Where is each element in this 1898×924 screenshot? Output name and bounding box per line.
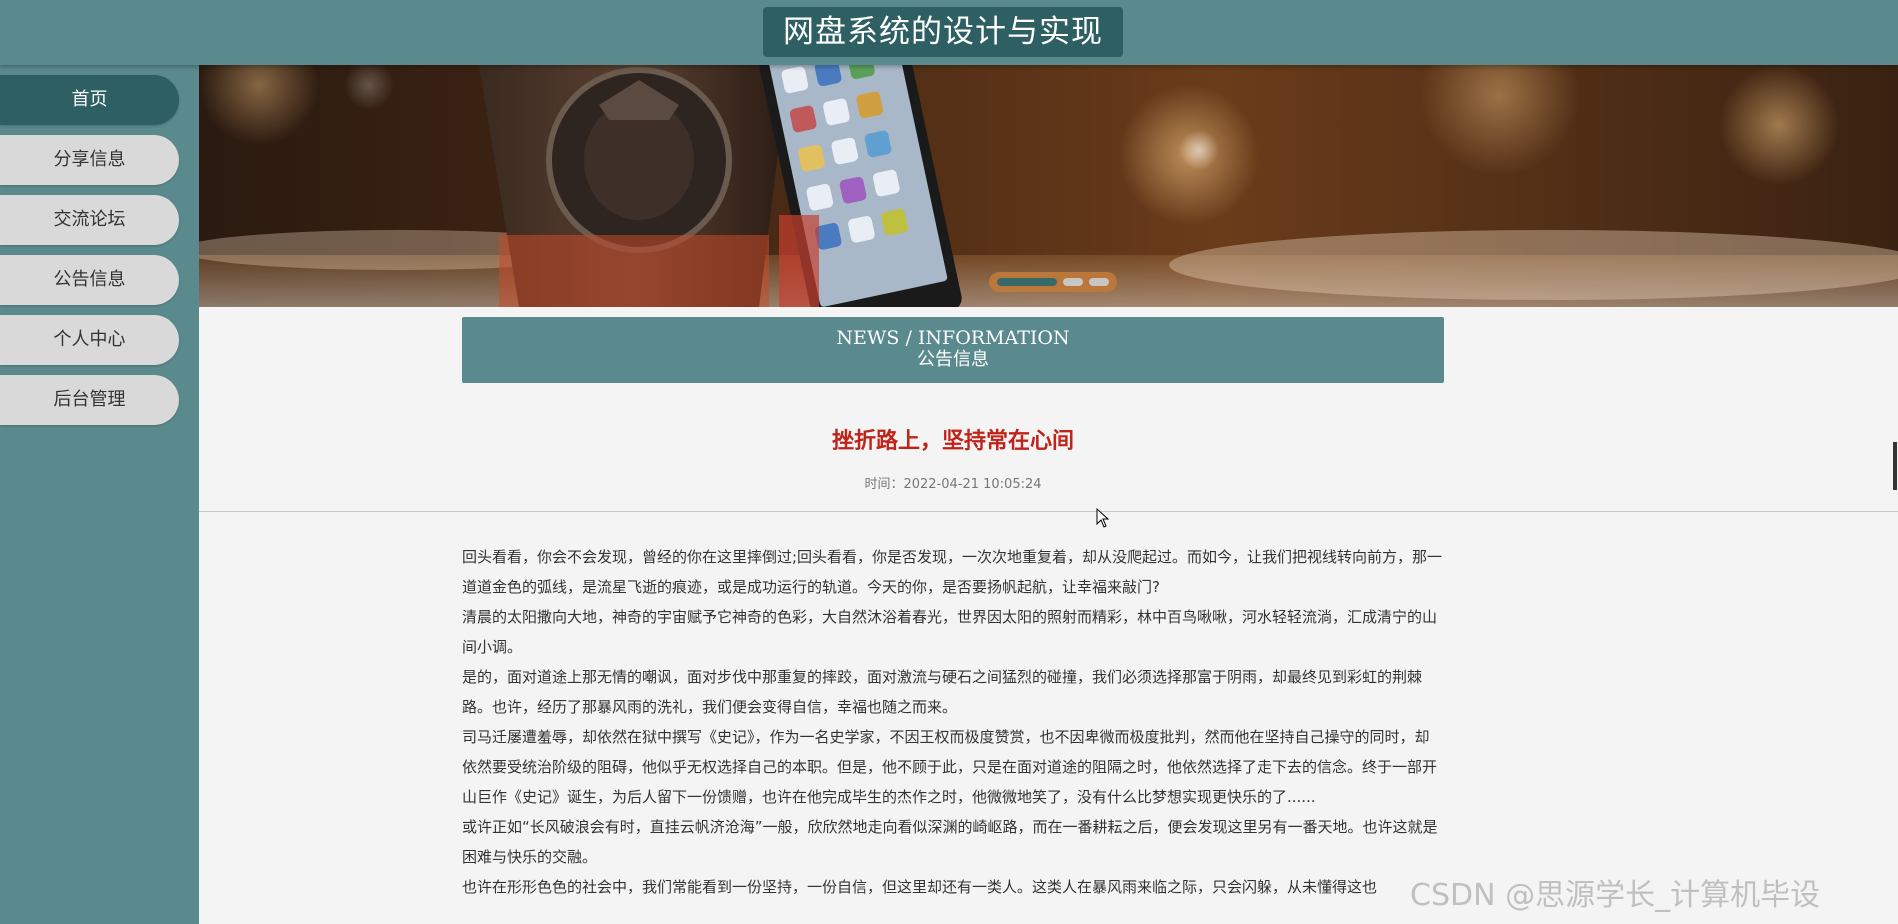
carousel-indicators	[989, 272, 1117, 292]
carousel-dot-3[interactable]	[1089, 278, 1109, 286]
app-window: 网盘系统的设计与实现 首页 分享信息 交流论坛 公告信息 个人中心 后台管理 N…	[0, 0, 1898, 924]
sidebar-item-home[interactable]: 首页	[0, 75, 179, 125]
main-content: NEWS / INFORMATION 公告信息 挫折路上，坚持常在心间 时间：2…	[199, 307, 1898, 924]
watermark: CSDN @思源学长_计算机毕设	[1410, 878, 1821, 913]
section-title-en: NEWS / INFORMATION	[836, 327, 1070, 349]
carousel-dot-1[interactable]	[997, 278, 1057, 286]
sidebar-item-admin[interactable]: 后台管理	[0, 375, 179, 425]
article-paragraph: 是的，面对道途上那无情的嘲讽，面对步伐中那重复的摔跤，面对激流与硬石之间猛烈的碰…	[462, 668, 1423, 716]
banner-carousel[interactable]	[199, 65, 1898, 307]
article-title: 挫折路上，坚持常在心间	[831, 429, 1074, 454]
section-header: NEWS / INFORMATION 公告信息	[462, 317, 1444, 383]
article-paragraph: 或许正如“长风破浪会有时，直挂云帆济沧海”一般，欣欣然地走向看似深渊的崎岖路，而…	[462, 818, 1438, 866]
article-paragraph: 清晨的太阳撒向大地，神奇的宇宙赋予它神奇的色彩，大自然沐浴着春光，世界因太阳的照…	[462, 608, 1438, 656]
article-body: 回头看看，你会不会发现，曾经的你在这里摔倒过;回头看看，你是否发现，一次次地重复…	[462, 542, 1444, 902]
site-title: 网盘系统的设计与实现	[763, 7, 1123, 57]
article-time: 时间：2022-04-21 10:05:24	[864, 477, 1042, 492]
divider	[199, 511, 1898, 512]
mouse-cursor-icon	[1096, 508, 1110, 528]
article-paragraph: 司马迁屡遭羞辱，却依然在狱中撰写《史记》，作为一名史学家，不因王权而极度赞赏，也…	[462, 728, 1438, 806]
sidebar-item-announcements[interactable]: 公告信息	[0, 255, 179, 305]
banner-image	[199, 65, 1898, 307]
sidebar-item-forum[interactable]: 交流论坛	[0, 195, 179, 245]
article-paragraph: 也许在形形色色的社会中，我们常能看到一份坚持，一份自信，但这里却还有一类人。这类…	[462, 878, 1378, 896]
sidebar: 首页 分享信息 交流论坛 公告信息 个人中心 后台管理	[0, 65, 199, 924]
side-scroll-tab[interactable]	[1893, 442, 1897, 490]
top-header: 网盘系统的设计与实现	[0, 0, 1898, 65]
sidebar-item-personal-center[interactable]: 个人中心	[0, 315, 179, 365]
article-paragraph: 回头看看，你会不会发现，曾经的你在这里摔倒过;回头看看，你是否发现，一次次地重复…	[462, 548, 1443, 596]
section-title-cn: 公告信息	[917, 349, 989, 370]
carousel-dot-2[interactable]	[1063, 278, 1083, 286]
sidebar-item-share-info[interactable]: 分享信息	[0, 135, 179, 185]
